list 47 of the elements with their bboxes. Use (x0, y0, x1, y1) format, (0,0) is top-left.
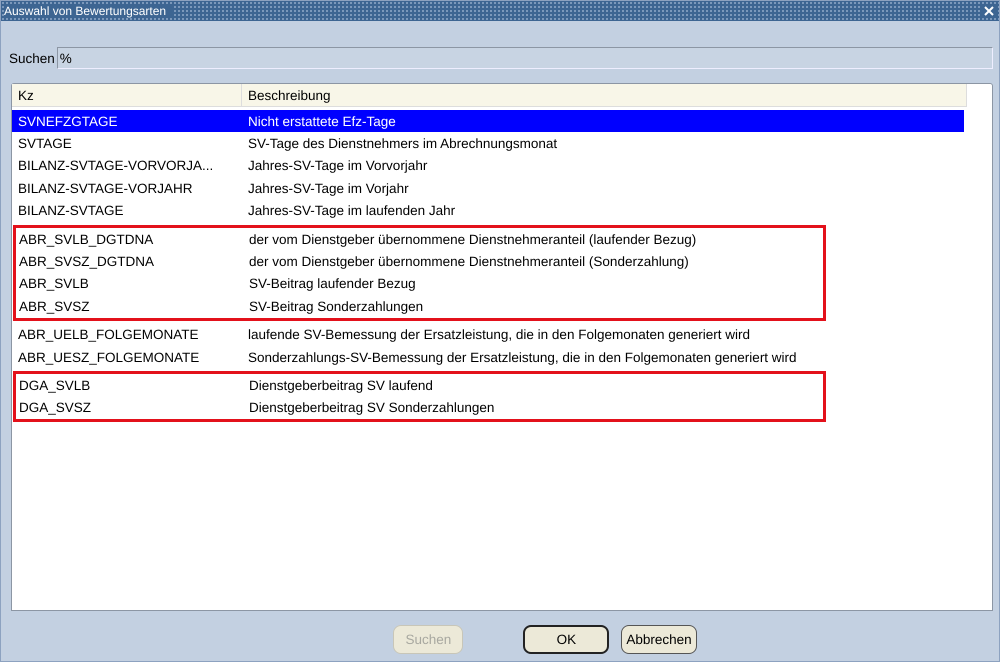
list-row[interactable]: BILANZ-SVTAGE-VORVORJA... Jahres-SV-Tage im Vorvorjahr (12, 154, 964, 178)
code-cell-text: ABR_SVSZ_DGTDNA (18, 254, 156, 270)
code-cell-text: SVNEFZGTAGE (17, 114, 119, 129)
code-cell-text: BILANZ-SVTAGE-VORJAHR (17, 180, 194, 196)
description-cell-text: Nicht erstattete Efz-Tage (247, 114, 397, 129)
description-cell-text: Dienstgeberbeitrag SV Sonderzahlungen (248, 400, 496, 416)
column-header: Beschreibung (242, 84, 967, 106)
code-cell-text: ABR_SVLB (18, 276, 90, 292)
code-cell-text: ABR_UELB_FOLGEMONATE (17, 327, 200, 342)
column-header: Kz (12, 84, 242, 106)
description-cell-text: Dienstgeberbeitrag SV laufend (248, 378, 434, 393)
code-cell-text: DGA_SVSZ (18, 400, 92, 416)
list-row[interactable]: SVNEFZGTAGE Nicht erstattete Efz-Tage (12, 110, 964, 132)
code-cell-text: ABR_UESZ_FOLGEMONATE (17, 350, 200, 365)
description-cell-text: laufende SV-Bemessung der Ersatzleistung, die in den Folgemonaten generiert wird (247, 327, 752, 342)
list-row[interactable]: ABR_SVLB_DGTDNA der vom Dienstgeber übernommene Dienstnehmeranteil (laufender Bezug) (13, 228, 967, 250)
dialog-button[interactable]: Abbrechen (621, 625, 697, 654)
list-row[interactable]: ABR_UELB_FOLGEMONATE laufende SV-Bemessung der Ersatzleistung, die in den Folgemonaten generiert wird (12, 324, 964, 346)
code-cell-text: DGA_SVLB (18, 378, 92, 393)
description-cell-text: Jahres-SV-Tage im Vorjahr (247, 180, 410, 196)
description-cell-text: Sonderzahlungs-SV-Bemessung der Ersatzleistung, die in den Folgemonaten generiert wird (247, 350, 798, 365)
code-cell-text: BILANZ-SVTAGE-VORVORJA... (17, 158, 214, 174)
search-field[interactable]: % (56, 47, 993, 69)
list-row[interactable]: DGA_SVSZ Dienstgeberbeitrag SV Sonderzahlungen (13, 396, 967, 420)
description-cell-text: Jahres-SV-Tage im laufenden Jahr (247, 203, 456, 218)
list-row[interactable]: DGA_SVLB Dienstgeberbeitrag SV laufend (13, 374, 967, 397)
list-row[interactable]: BILANZ-SVTAGE-VORJAHR Jahres-SV-Tage im Vorjahr (12, 177, 964, 200)
description-cell-text: SV-Beitrag laufender Bezug (248, 276, 417, 292)
list-row[interactable]: ABR_SVSZ_DGTDNA der vom Dienstgeber übernommene Dienstnehmeranteil (Sonderzahlung) (13, 250, 967, 273)
close-icon[interactable] (982, 4, 996, 18)
code-cell-text: BILANZ-SVTAGE (17, 203, 125, 218)
code-cell-text: SVTAGE (17, 136, 73, 152)
list-row[interactable]: BILANZ-SVTAGE Jahres-SV-Tage im laufenden Jahr (12, 200, 964, 222)
list-row[interactable]: ABR_UESZ_FOLGEMONATE Sonderzahlungs-SV-Bemessung der Ersatzleistung, die in den Folgemonaten generiert wird (12, 346, 964, 368)
search-label: Suchen (9, 50, 55, 66)
list-row[interactable]: ABR_SVSZ SV-Beitrag Sonderzahlungen (13, 295, 967, 318)
description-cell-text: SV-Tage des Dienstnehmers im Abrechnungsmonat (247, 136, 558, 152)
code-cell-text: ABR_SVSZ (18, 298, 91, 314)
code-cell-text: ABR_SVLB_DGTDNA (18, 232, 154, 247)
description-cell-text: der vom Dienstgeber übernommene Dienstnehmeranteil (laufender Bezug) (248, 232, 698, 247)
list-row[interactable]: SVTAGE SV-Tage des Dienstnehmers im Abrechnungsmonat (12, 132, 964, 155)
description-cell-text: der vom Dienstgeber übernommene Dienstnehmeranteil (Sonderzahlung) (248, 254, 690, 270)
dialog-button[interactable]: OK (523, 625, 610, 654)
list-row[interactable]: ABR_SVLB SV-Beitrag laufender Bezug (13, 272, 967, 296)
window-title: Auswahl von Bewertungsarten (4, 4, 174, 18)
description-cell-text: SV-Beitrag Sonderzahlungen (248, 298, 424, 314)
description-cell-text: Jahres-SV-Tage im Vorvorjahr (247, 158, 428, 174)
